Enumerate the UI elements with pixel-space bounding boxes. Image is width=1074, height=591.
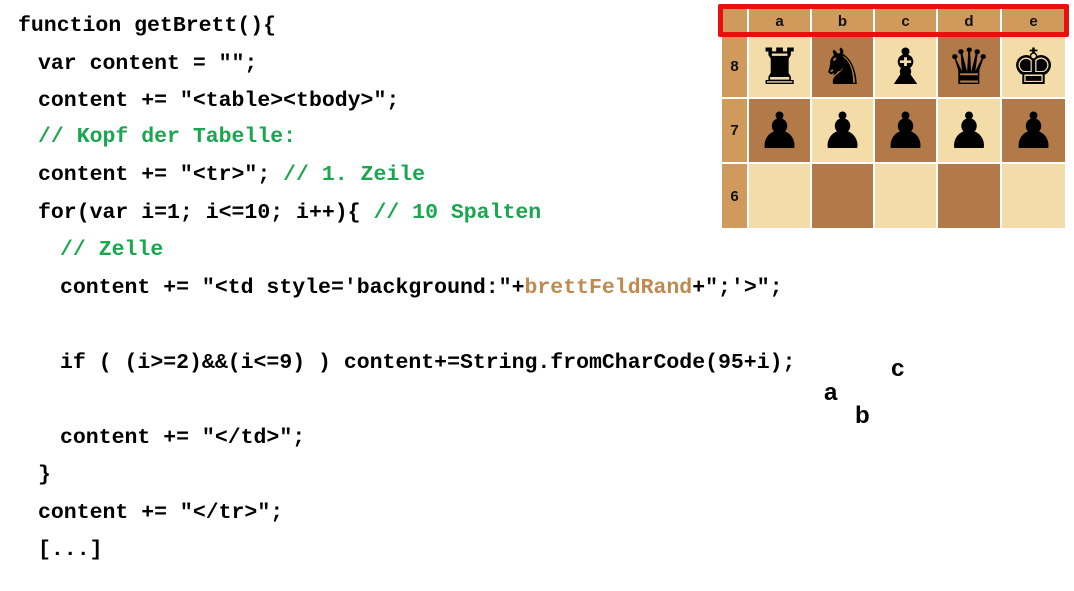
code-line-td-close: content += "</td>";: [60, 426, 306, 450]
black-pawn-icon: ♟: [946, 101, 992, 160]
code-line-var-content: var content = "";: [38, 52, 258, 76]
board-header-d: d: [938, 8, 1000, 34]
square-b7: ♟: [812, 99, 873, 162]
square-c8: ♝: [875, 36, 936, 97]
code-line-if-charcode: if ( (i>=2)&&(i<=9) ) content+=String.fr…: [60, 351, 796, 375]
board-corner: [722, 8, 747, 34]
code-line-td-open: content += "<td style='background:"+bret…: [60, 275, 783, 301]
code-td-pre: content += "<td style='background:"+: [60, 276, 525, 300]
square-a6: [749, 164, 810, 228]
black-pawn-icon: ♟: [820, 101, 865, 160]
code-comment-zelle: // Zelle: [60, 238, 164, 262]
board-header-a: a: [749, 8, 810, 34]
board-header-e: e: [1002, 8, 1065, 34]
square-b6: [812, 164, 873, 228]
square-c6: [875, 164, 936, 228]
board-rank-8: 8: [722, 36, 747, 97]
code-for-statement: for(var i=1; i<=10; i++){: [38, 201, 374, 225]
code-line-for-loop: for(var i=1; i<=10; i++){ // 10 Spalten: [38, 200, 541, 226]
annotation-b: b: [855, 402, 870, 429]
black-king-icon: ♚: [1011, 37, 1056, 96]
black-pawn-icon: ♟: [1011, 101, 1056, 160]
annotation-c: c: [891, 355, 905, 382]
square-b8: ♞: [812, 36, 873, 97]
code-var-brettfeldrand: brettFeldRand: [524, 276, 693, 300]
black-rook-icon: ♜: [757, 37, 802, 96]
black-knight-icon: ♞: [820, 37, 865, 96]
code-comment-spalten: // 10 Spalten: [373, 201, 542, 225]
code-line-function: function getBrett(){: [18, 14, 277, 38]
annotation-a: a: [824, 379, 838, 406]
black-bishop-icon: ♝: [883, 37, 928, 96]
board-header-b: b: [812, 8, 873, 34]
code-comment-zeile: // 1. Zeile: [283, 163, 426, 187]
code-comment-kopf: // Kopf der Tabelle:: [38, 125, 297, 149]
code-tr-open-statement: content += "<tr>";: [38, 163, 284, 187]
code-td-post: +";'>";: [692, 276, 783, 300]
code-line-ellipsis: [...]: [38, 538, 103, 562]
board-rank-7: 7: [722, 99, 747, 162]
square-c7: ♟: [875, 99, 936, 162]
square-a8: ♜: [749, 36, 810, 97]
square-e7: ♟: [1002, 99, 1065, 162]
black-pawn-icon: ♟: [883, 101, 928, 160]
code-line-tr-open: content += "<tr>"; // 1. Zeile: [38, 162, 425, 188]
board-header-c: c: [875, 8, 936, 34]
square-d8: ♛: [938, 36, 1000, 97]
chess-board: a b c d e 8 ♜ ♞ ♝ ♛ ♚ 7 ♟ ♟ ♟ ♟ ♟ 6: [722, 8, 1065, 228]
code-line-table-open: content += "<table><tbody>";: [38, 89, 400, 113]
square-e6: [1002, 164, 1065, 228]
black-queen-icon: ♛: [946, 37, 992, 96]
square-a7: ♟: [749, 99, 810, 162]
code-line-tr-close: content += "</tr>";: [38, 501, 284, 525]
square-d6: [938, 164, 1000, 228]
square-d7: ♟: [938, 99, 1000, 162]
black-pawn-icon: ♟: [757, 101, 802, 160]
code-line-brace-close: }: [38, 463, 51, 487]
square-e8: ♚: [1002, 36, 1065, 97]
board-rank-6: 6: [722, 164, 747, 228]
